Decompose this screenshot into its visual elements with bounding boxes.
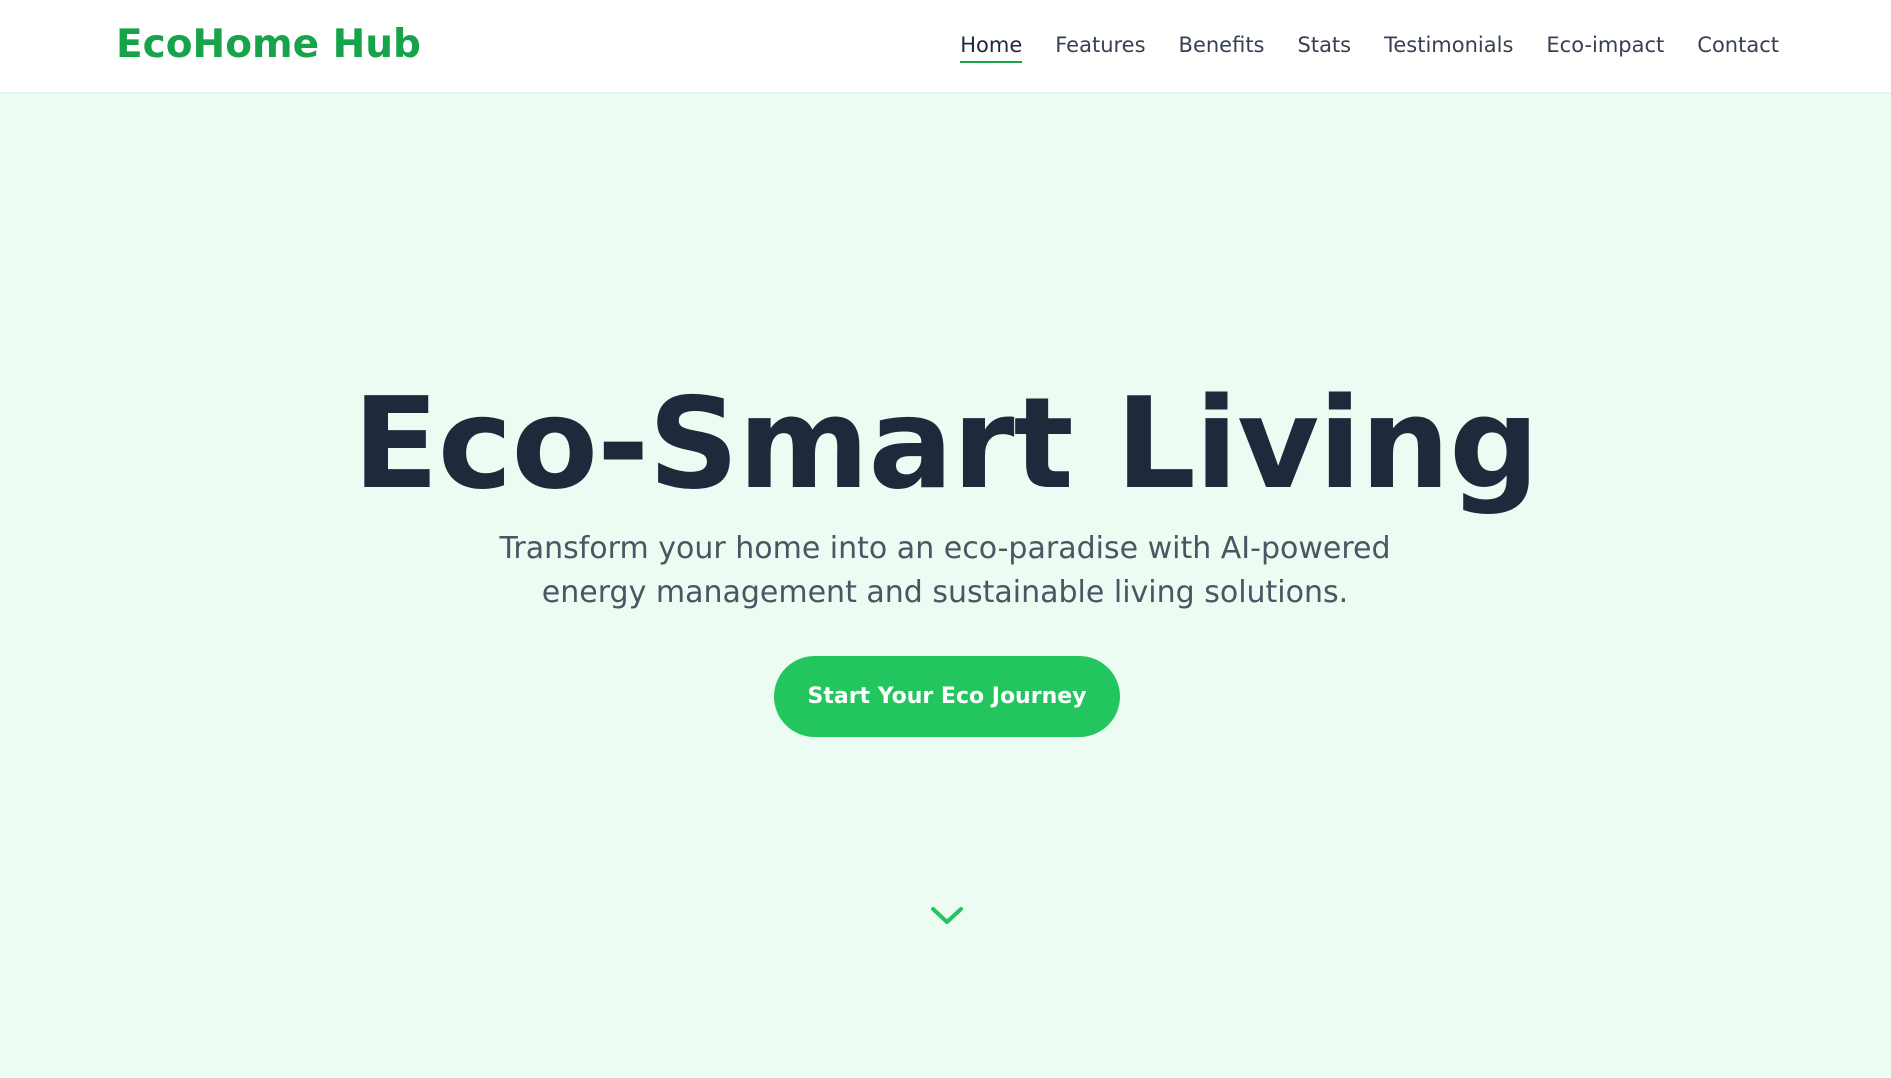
hero-subtitle: Transform your home into an eco-paradise… — [499, 531, 1391, 610]
nav-link-testimonials[interactable]: Testimonials — [1384, 32, 1513, 63]
site-logo[interactable]: EcoHome Hub — [116, 22, 421, 67]
nav-link-contact[interactable]: Contact — [1697, 32, 1779, 63]
start-eco-journey-button[interactable]: Start Your Eco Journey — [774, 656, 1120, 737]
nav-link-stats[interactable]: Stats — [1298, 32, 1352, 63]
top-navbar: EcoHome Hub Home Features Benefits Stats… — [0, 0, 1891, 92]
nav-link-benefits[interactable]: Benefits — [1179, 32, 1265, 63]
main-nav: Home Features Benefits Stats Testimonial… — [960, 32, 1779, 64]
hero-title: Eco-Smart Living — [352, 370, 1540, 517]
chevron-down-icon[interactable] — [929, 904, 965, 928]
nav-link-eco-impact[interactable]: Eco-impact — [1546, 32, 1664, 63]
nav-link-home[interactable]: Home — [960, 32, 1023, 64]
nav-link-features[interactable]: Features — [1055, 32, 1145, 63]
